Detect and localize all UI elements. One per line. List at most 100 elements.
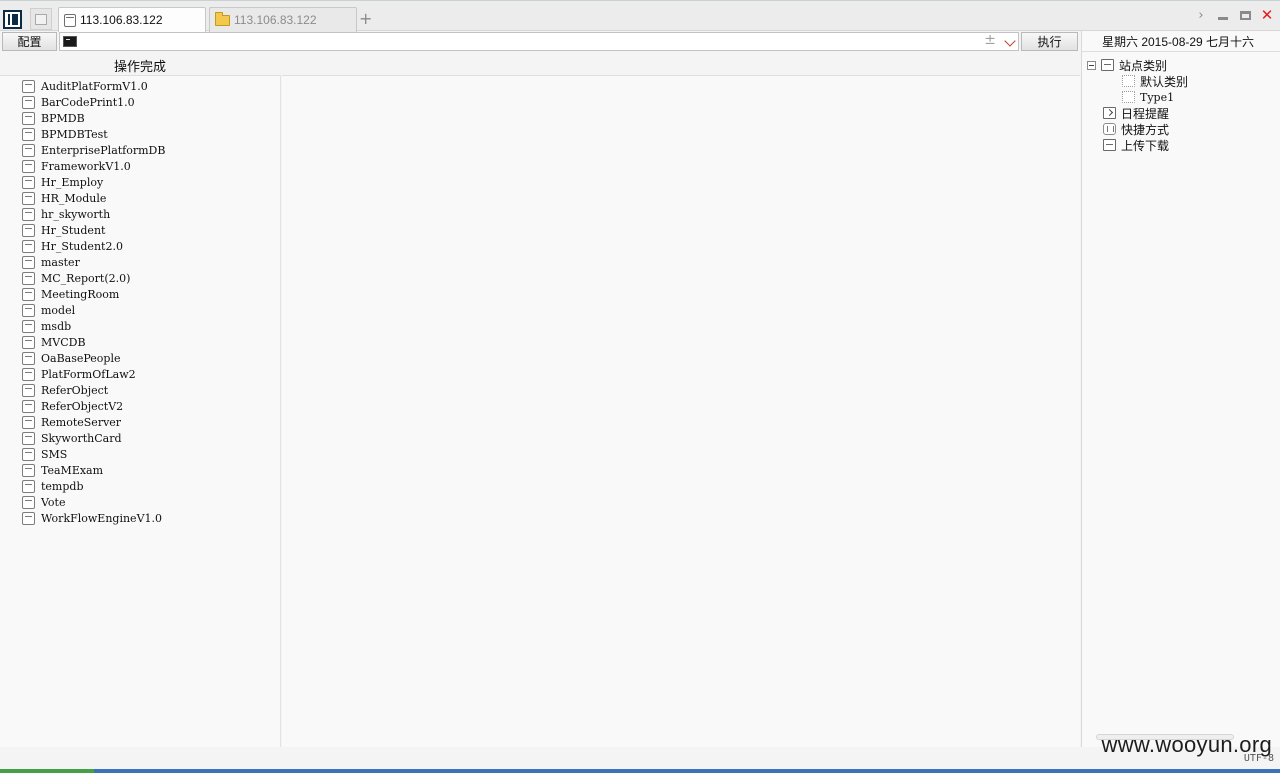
execute-button[interactable]: 执行 [1021,32,1078,51]
database-item[interactable]: PlatFormOfLaw2 [22,366,165,382]
tree-item-reminder[interactable]: 日程提醒 [1103,105,1169,121]
database-item[interactable]: Vote [22,494,165,510]
database-item[interactable]: WorkFlowEngineV1.0 [22,510,165,526]
database-item[interactable]: BarCodePrint1.0 [22,94,165,110]
database-item[interactable]: FrameworkV1.0 [22,158,165,174]
database-item[interactable]: EnterprisePlatformDB [22,142,165,158]
database-icon [22,383,35,397]
database-item[interactable]: OaBasePeople [22,350,165,366]
database-item[interactable]: model [22,302,165,318]
date-display: 星期六 2015-08-29 七月十六 [1102,35,1255,49]
maximize-icon[interactable] [1238,7,1252,23]
database-item[interactable]: SMS [22,446,165,462]
database-icon [22,207,35,221]
database-item[interactable]: Hr_Employ [22,174,165,190]
database-item[interactable]: AuditPlatFormV1.0 [22,78,165,94]
database-item[interactable]: ReferObject [22,382,165,398]
database-icon [22,367,35,381]
database-item[interactable]: BPMDB [22,110,165,126]
database-item[interactable]: ReferObjectV2 [22,398,165,414]
database-item[interactable]: SkyworthCard [22,430,165,446]
tree-label: 站点类别 [1119,58,1168,73]
database-name: MC_Report(2.0) [41,271,131,285]
blank-page-icon[interactable] [30,8,52,30]
database-name: MVCDB [41,335,86,349]
tree-item-shortcut[interactable]: 快捷方式 [1103,121,1169,137]
database-name: msdb [41,319,72,333]
database-icon [22,463,35,477]
database-icon [22,447,35,461]
database-name: master [41,255,80,269]
database-icon [64,13,76,27]
database-item[interactable]: Hr_Student2.0 [22,238,165,254]
database-name: PlatFormOfLaw2 [41,367,136,381]
database-icon [22,431,35,445]
collapse-icon[interactable] [1087,60,1096,70]
tree-label: 默认类别 [1140,74,1189,89]
tree-item-type1[interactable]: Type1 [1122,89,1174,105]
tree-label: 快捷方式 [1121,122,1170,137]
database-item[interactable]: MVCDB [22,334,165,350]
database-icon [22,191,35,205]
database-name: Hr_Student [41,223,106,237]
database-item[interactable]: HR_Module [22,190,165,206]
config-button[interactable]: 配置 [2,32,57,51]
database-name: TeaMExam [41,463,104,477]
taskbar-strip [0,769,1280,773]
category-icon [1101,59,1114,71]
database-icon [22,335,35,349]
database-name: AuditPlatFormV1.0 [41,79,148,93]
results-area[interactable] [282,75,1080,747]
folder-icon [215,11,230,26]
tab-server-active[interactable]: 113.106.83.122 [58,7,206,32]
database-name: FrameworkV1.0 [41,159,131,173]
database-icon [22,79,35,93]
hand-icon [1103,123,1116,135]
database-item[interactable]: hr_skyworth [22,206,165,222]
command-input[interactable]: ± [59,32,1019,51]
tab-server-files[interactable]: 113.106.83.122 [209,7,357,32]
close-icon[interactable]: ✕ [1260,6,1274,24]
command-bar: 配置 ± 执行 [0,31,1080,52]
database-list-panel[interactable]: AuditPlatFormV1.0 BarCodePrint1.0 BPMDB BPM… [0,75,281,747]
status-message: 操作完成 [113,59,166,74]
database-name: hr_skyworth [41,207,111,221]
database-name: SMS [41,447,68,461]
minimize-icon[interactable] [1216,7,1230,23]
tree-label: 日程提醒 [1121,106,1170,121]
database-name: EnterprisePlatformDB [41,143,166,157]
plus-minus-icon[interactable]: ± [984,32,996,48]
database-icon [22,223,35,237]
database-item[interactable]: MeetingRoom [22,286,165,302]
database-name: BPMDBTest [41,127,108,141]
tree-label: 上传下载 [1121,138,1170,153]
toggle-panel-icon[interactable] [3,10,22,29]
database-name: BarCodePrint1.0 [41,95,135,109]
chevron-down-icon[interactable] [1004,35,1016,47]
database-name: tempdb [41,479,84,493]
database-icon [22,255,35,269]
database-item[interactable]: TeaMExam [22,462,165,478]
status-bar [0,747,1280,769]
database-icon [22,479,35,493]
chevron-right-icon[interactable]: › [1194,7,1208,23]
database-name: Vote [41,495,66,509]
dotted-box-icon [1122,75,1135,87]
tree-item-site-category[interactable]: 站点类别 [1087,57,1167,73]
database-item[interactable]: MC_Report(2.0) [22,270,165,286]
tree-item-default-category[interactable]: 默认类别 [1122,73,1188,89]
divider [1082,51,1280,52]
window-controls: › ✕ [1194,6,1274,24]
database-item[interactable]: RemoteServer [22,414,165,430]
database-item[interactable]: Hr_Student [22,222,165,238]
tree-item-upload-download[interactable]: 上传下载 [1103,137,1169,153]
database-icon [22,159,35,173]
database-item[interactable]: master [22,254,165,270]
database-item[interactable]: tempdb [22,478,165,494]
database-icon [22,495,35,509]
database-icon [22,287,35,301]
add-tab-icon[interactable]: + [359,9,372,28]
database-item[interactable]: msdb [22,318,165,334]
database-item[interactable]: BPMDBTest [22,126,165,142]
tab-label: 113.106.83.122 [80,13,163,27]
